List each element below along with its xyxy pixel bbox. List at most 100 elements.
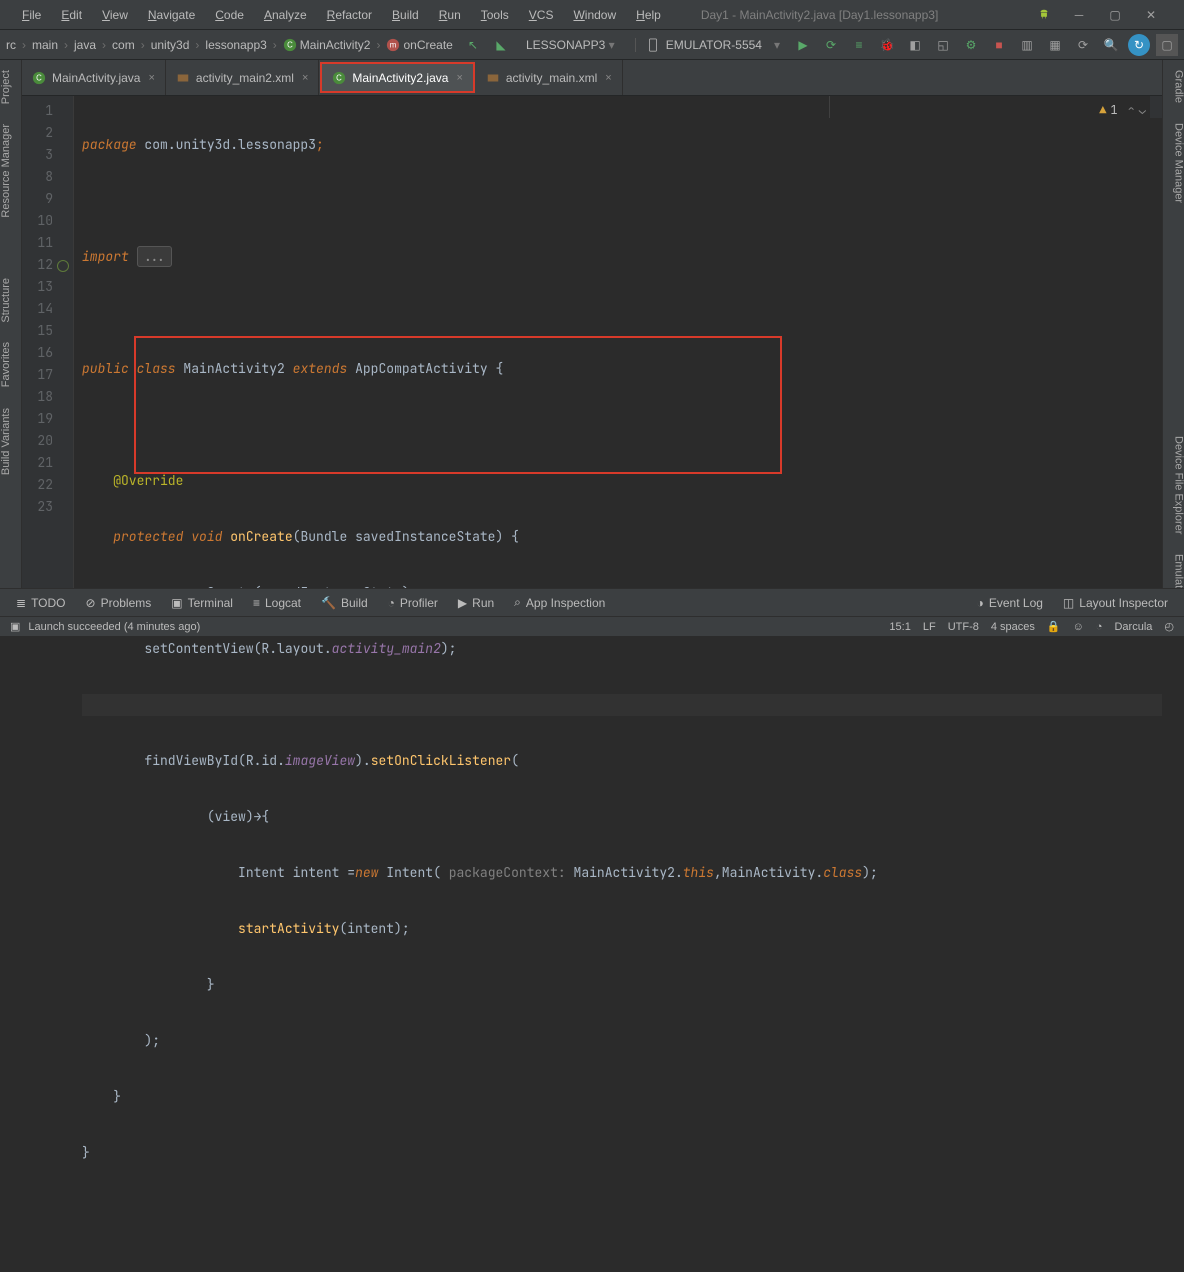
code-line[interactable]: ); (82, 1030, 1162, 1052)
run-config-selector[interactable]: LESSONAPP3 ▾ (518, 38, 623, 52)
menu-window[interactable]: Window (563, 2, 626, 28)
gradle-tool[interactable]: Gradle (1163, 60, 1184, 113)
line-number[interactable]: 19 (22, 408, 73, 430)
line-number[interactable]: 2 (22, 122, 73, 144)
avd-manager-icon[interactable]: ▥ (1016, 34, 1038, 56)
tab-activity-main-xml[interactable]: activity_main.xml × (476, 60, 623, 95)
line-number[interactable]: 20 (22, 430, 73, 452)
line-number[interactable]: 3 (22, 144, 73, 166)
crumb-com[interactable]: com (112, 38, 135, 52)
menu-help[interactable]: Help (626, 2, 671, 28)
status-icon[interactable]: ▣ (10, 620, 20, 633)
android-icon[interactable]: ◣ (490, 34, 512, 56)
app-inspection-tool[interactable]: ⌕App Inspection (506, 591, 613, 614)
line-number[interactable]: 23 (22, 496, 73, 518)
line-number[interactable]: 17 (22, 364, 73, 386)
close-icon[interactable]: × (605, 72, 611, 84)
code-line-current[interactable] (82, 694, 1162, 716)
settings-icon[interactable]: ↻ (1128, 34, 1150, 56)
cursor-position[interactable]: 15:1 (889, 621, 910, 633)
structure-tool[interactable]: Structure (0, 268, 22, 333)
code-line[interactable]: (view)→{ (82, 806, 1162, 828)
code-line[interactable]: } (82, 974, 1162, 996)
line-number[interactable]: 18 (22, 386, 73, 408)
memory-icon[interactable]: ◔ (1096, 621, 1103, 633)
scroll-map[interactable] (1150, 96, 1162, 118)
menu-navigate[interactable]: Navigate (138, 2, 205, 28)
menu-build[interactable]: Build (382, 2, 429, 28)
line-number[interactable]: 11 (22, 232, 73, 254)
menu-code[interactable]: Code (205, 2, 254, 28)
chevron-down-icon[interactable]: ⌄ (1139, 99, 1146, 121)
sdk-manager-icon[interactable]: ▦ (1044, 34, 1066, 56)
profiler-tool[interactable]: ◔Profiler (380, 592, 446, 614)
code-line[interactable] (82, 190, 1162, 212)
attach-debugger-icon[interactable]: ⚙ (960, 34, 982, 56)
maximize-button[interactable]: ▢ (1097, 5, 1133, 25)
code-line[interactable]: } (82, 1142, 1162, 1164)
line-number[interactable]: 15 (22, 320, 73, 342)
line-number[interactable]: 10 (22, 210, 73, 232)
code-line[interactable] (82, 414, 1162, 436)
code-line[interactable]: startActivity(intent); (82, 918, 1162, 940)
crumb-unity3d[interactable]: unity3d (151, 38, 190, 52)
chevron-up-icon[interactable]: ⌃ (1128, 99, 1135, 121)
search-everywhere-icon[interactable]: 🔍 (1100, 34, 1122, 56)
close-icon[interactable]: × (302, 72, 308, 84)
lock-icon[interactable]: 🔒 (1047, 620, 1061, 633)
coverage-button[interactable]: ◱ (932, 34, 954, 56)
line-number[interactable]: 14 (22, 298, 73, 320)
code-line[interactable]: findViewById(R.id.imageView).setOnClickL… (82, 750, 1162, 772)
code-editor[interactable]: 1 2 3 8 9 10 11 12 13 14 15 16 17 18 19 … (22, 96, 1162, 588)
minimize-button[interactable]: ─ (1061, 5, 1097, 25)
crumb-root[interactable]: rc (6, 38, 16, 52)
favorites-tool[interactable]: Favorites (0, 332, 22, 397)
crumb-main[interactable]: main (32, 38, 58, 52)
code-line[interactable]: protected void onCreate(Bundle savedInst… (82, 526, 1162, 548)
user-avatar[interactable]: ▢ (1156, 34, 1178, 56)
apply-changes-icon[interactable]: ⟳ (820, 34, 842, 56)
code-line[interactable]: Intent intent =new Intent( packageContex… (82, 862, 1162, 884)
line-number[interactable]: 12 (22, 254, 73, 276)
build-variants-tool[interactable]: Build Variants (0, 398, 22, 485)
project-tool[interactable]: Project (0, 60, 22, 114)
code-area[interactable]: package com.unity3d.lessonapp3; import .… (74, 96, 1162, 588)
run-tool[interactable]: ▶Run (450, 592, 502, 614)
code-line[interactable]: package com.unity3d.lessonapp3; (82, 134, 1162, 156)
code-line[interactable]: setContentView(R.layout.activity_main2); (82, 638, 1162, 660)
build-tool[interactable]: 🔨Build (313, 592, 376, 614)
device-selector[interactable]: EMULATOR-5554 ▾ (635, 38, 786, 52)
layout-inspector-tool[interactable]: ◫Layout Inspector (1055, 592, 1176, 614)
file-encoding[interactable]: UTF-8 (948, 621, 979, 633)
tab-mainactivity2-java[interactable]: C MainActivity2.java × (320, 62, 474, 93)
close-icon[interactable]: × (148, 72, 154, 84)
crumb-package[interactable]: lessonapp3 (205, 38, 266, 52)
close-button[interactable]: ✕ (1133, 5, 1169, 25)
inspection-widget[interactable]: ▲ 1 ⌃ ⌄ (1099, 99, 1146, 121)
line-number[interactable]: 22 (22, 474, 73, 496)
line-number[interactable]: 8 (22, 166, 73, 188)
line-separator[interactable]: LF (923, 621, 936, 633)
device-file-explorer-tool[interactable]: Device File Explorer (1163, 426, 1184, 544)
event-log-tool[interactable]: ◑Event Log (969, 592, 1051, 614)
tab-activity-main2-xml[interactable]: activity_main2.xml × (166, 60, 319, 95)
menu-view[interactable]: View (92, 2, 138, 28)
code-line[interactable]: } (82, 1086, 1162, 1108)
line-number[interactable]: 9 (22, 188, 73, 210)
crumb-method[interactable]: m onCreate (386, 38, 452, 52)
menu-vcs[interactable]: VCS (519, 2, 564, 28)
line-number[interactable]: 13 (22, 276, 73, 298)
face-icon[interactable]: ☺ (1073, 621, 1084, 633)
theme-name[interactable]: Darcula (1114, 621, 1152, 633)
stop-button[interactable]: ■ (988, 34, 1010, 56)
resource-manager-tool[interactable]: Resource Manager (0, 114, 22, 228)
line-number[interactable]: 21 (22, 452, 73, 474)
menu-run[interactable]: Run (429, 2, 471, 28)
menu-edit[interactable]: Edit (51, 2, 92, 28)
menu-tools[interactable]: Tools (471, 2, 519, 28)
terminal-tool[interactable]: ▣Terminal (163, 592, 241, 614)
code-line[interactable] (82, 302, 1162, 324)
code-line[interactable]: @Override (82, 470, 1162, 492)
close-icon[interactable]: × (456, 72, 462, 84)
power-icon[interactable]: ◴ (1164, 620, 1174, 633)
